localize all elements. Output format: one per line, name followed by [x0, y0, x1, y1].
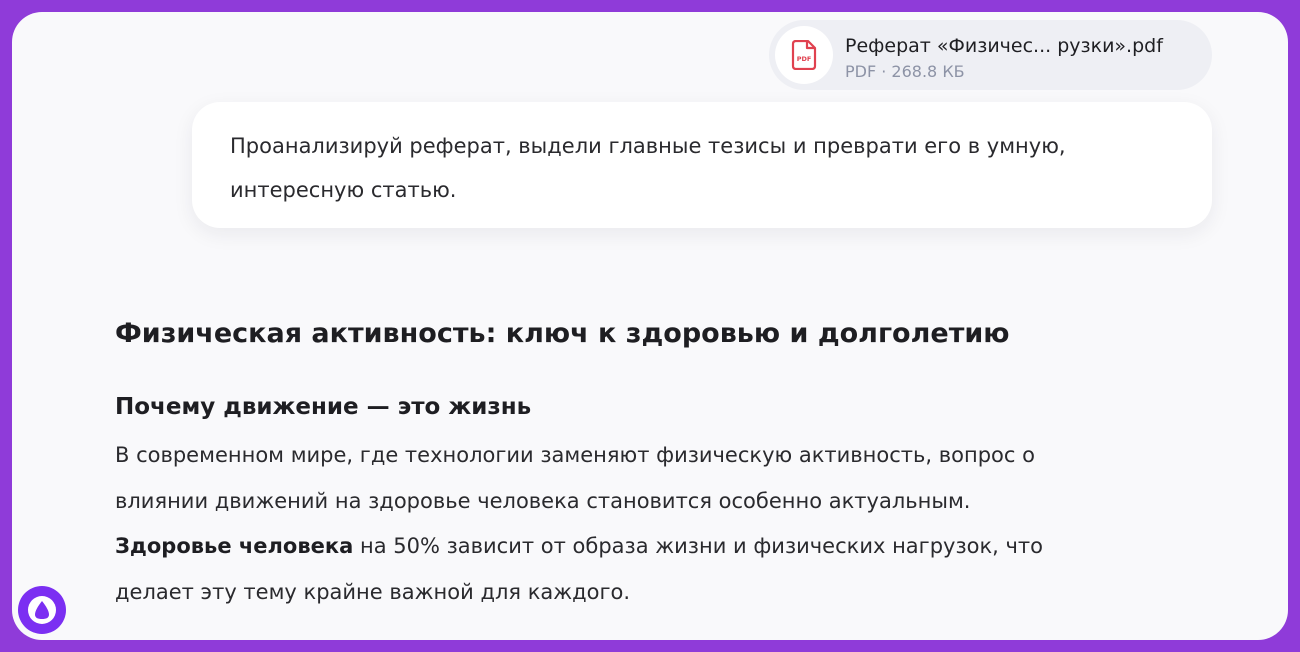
answer-title: Физическая активность: ключ к здоровью и…	[115, 318, 1010, 349]
attachment-card[interactable]: PDF Реферат «Физичес... рузки».pdf PDF ·…	[769, 20, 1212, 90]
attachment-meta: PDF · 268.8 КБ	[845, 62, 965, 81]
answer-paragraph-bold: Здоровье человека	[115, 534, 354, 558]
user-message-bubble: Проанализируй реферат, выдели главные те…	[192, 102, 1212, 228]
svg-text:PDF: PDF	[797, 55, 812, 63]
user-message-text: Проанализируй реферат, выдели главные те…	[230, 134, 1066, 202]
assistant-answer: Физическая активность: ключ к здоровью и…	[115, 315, 1115, 615]
answer-paragraph-text: В современном мире, где технологии замен…	[115, 443, 1035, 513]
answer-paragraph: В современном мире, где технологии замен…	[115, 433, 1090, 615]
alice-logo-icon[interactable]	[18, 586, 66, 634]
pdf-file-icon: PDF	[775, 26, 833, 84]
answer-section-title: Почему движение — это жизнь	[115, 394, 532, 420]
attachment-name: Реферат «Физичес... рузки».pdf	[845, 35, 1163, 57]
chat-window: PDF Реферат «Физичес... рузки».pdf PDF ·…	[12, 12, 1288, 640]
